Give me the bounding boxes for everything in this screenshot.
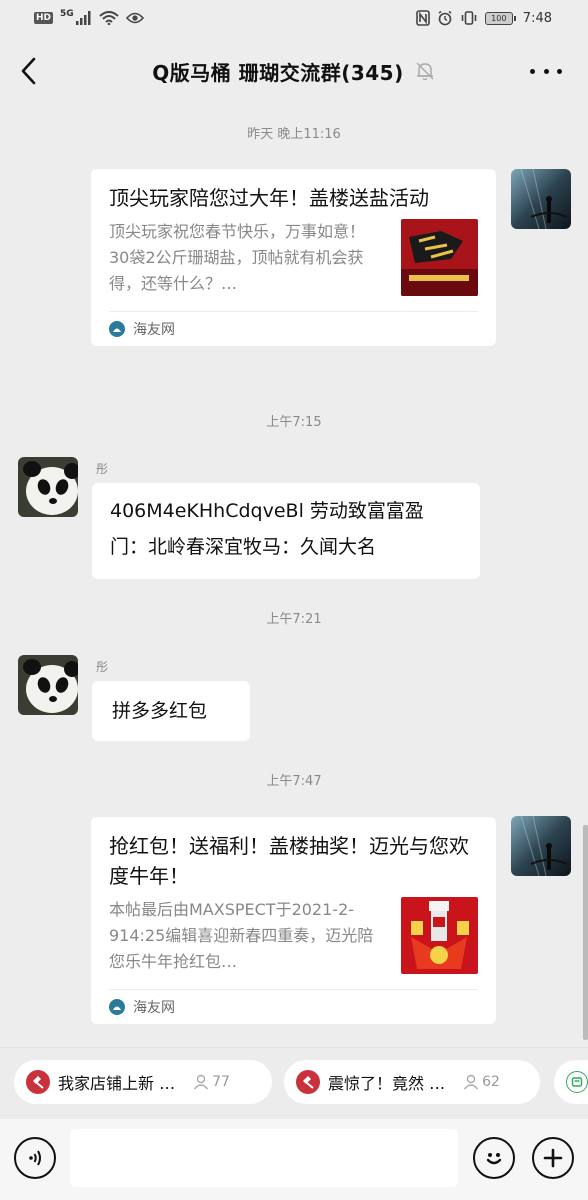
- dot-icon: [530, 68, 535, 74]
- emoji-button[interactable]: [473, 1137, 515, 1179]
- topic-chip-count: 62: [482, 1074, 500, 1090]
- timestamp: 上午7:47: [266, 774, 322, 789]
- hammer-icon: [296, 1070, 320, 1094]
- topic-chip-label: 我家店铺上新 …: [58, 1074, 176, 1093]
- hd-badge: HD: [34, 12, 54, 24]
- message-input[interactable]: [70, 1129, 458, 1187]
- input-bar: [0, 1119, 588, 1200]
- card-source: 海友网: [133, 1000, 175, 1016]
- timestamp: 上午7:21: [266, 612, 322, 627]
- avatar-self[interactable]: [511, 816, 571, 876]
- card-title: 顶尖玩家陪您过大年！盖楼送盐活动: [109, 186, 429, 210]
- link-card[interactable]: 抢红包！送福利！盖楼抽奖！迈光与您欢度牛年！ 本帖最后由MAXSPECT于202…: [91, 817, 496, 1024]
- chevron-left-icon: [21, 57, 36, 85]
- card-description: 顶尖玩家祝您春节快乐，万事如意！30袋2公斤珊瑚盐，顶帖就有机会获得，还等什么？…: [109, 222, 366, 293]
- panda-avatar-image: [18, 655, 78, 715]
- voice-button[interactable]: [14, 1137, 56, 1179]
- card-thumbnail: [401, 897, 478, 974]
- dot-icon: [543, 68, 549, 74]
- network-type: 5G: [60, 9, 74, 19]
- battery-level: 100: [484, 11, 513, 25]
- signal-icon: [75, 11, 91, 25]
- topic-chip-partial[interactable]: [554, 1060, 588, 1104]
- person-icon: [464, 1074, 479, 1090]
- avatar-self[interactable]: [511, 169, 571, 229]
- avatar-sender[interactable]: [18, 457, 78, 517]
- more-options-button[interactable]: [530, 58, 562, 84]
- panda-avatar-image: [18, 457, 78, 517]
- person-icon: [194, 1074, 209, 1090]
- card-footer: 海友网: [109, 311, 478, 346]
- avatar-sender[interactable]: [18, 655, 78, 715]
- mute-bell-icon: [416, 62, 434, 81]
- source-icon: [109, 321, 125, 337]
- nfc-icon: [415, 10, 430, 26]
- source-icon: [109, 999, 125, 1015]
- alarm-icon: [438, 10, 452, 26]
- scrollbar[interactable]: [583, 825, 588, 1040]
- card-description: 本帖最后由MAXSPECT于2021-2-914:25编辑喜迎新春四重奏，迈光陪…: [109, 900, 374, 971]
- topic-chip-label: 震惊了！竟然 …: [328, 1074, 446, 1093]
- chat-header: Q版马桶 珊瑚交流群(345): [0, 36, 588, 106]
- status-bar: HD 5G 100 7:48: [0, 0, 588, 36]
- green-tag-icon: [566, 1071, 588, 1093]
- plus-icon: [543, 1148, 563, 1168]
- wifi-icon: [99, 11, 119, 25]
- vibrate-icon: [461, 11, 477, 25]
- voice-icon: [29, 1150, 41, 1166]
- emoji-icon: [486, 1153, 502, 1165]
- link-card[interactable]: 顶尖玩家陪您过大年！盖楼送盐活动 顶尖玩家祝您春节快乐，万事如意！30袋2公斤珊…: [91, 169, 496, 346]
- dot-icon: [557, 68, 562, 74]
- back-button[interactable]: [18, 56, 42, 86]
- sender-name: 彤: [96, 462, 109, 476]
- message-text: 拼多多红包: [112, 700, 208, 722]
- avatar-image: [511, 816, 571, 876]
- card-footer: 海友网: [109, 989, 478, 1024]
- avatar-image: [511, 169, 571, 229]
- card-title: 抢红包！送福利！盖楼抽奖！迈光与您欢度牛年！: [109, 834, 469, 888]
- card-source: 海友网: [133, 322, 175, 338]
- chat-title: Q版马桶 珊瑚交流群(345): [152, 60, 404, 85]
- sender-name: 彤: [96, 660, 109, 674]
- message-text: 406M4eKHhCdqveBl 劳动致富富盈门：北岭春深宜牧马：久闻大名: [110, 500, 424, 558]
- battery-icon: 100: [484, 11, 516, 25]
- topic-chip[interactable]: 震惊了！竟然 … 62: [284, 1060, 540, 1104]
- add-button[interactable]: [532, 1137, 574, 1179]
- quick-topic-strip: 我家店铺上新 … 77 震惊了！竟然 … 62: [0, 1047, 588, 1119]
- timestamp: 昨天 晚上11:16: [247, 127, 341, 142]
- topic-chip-count: 77: [212, 1074, 230, 1090]
- timestamp: 上午7:15: [266, 415, 322, 430]
- card-thumbnail: [401, 219, 478, 296]
- eye-icon: [125, 12, 144, 24]
- topic-chip[interactable]: 我家店铺上新 … 77: [14, 1060, 272, 1104]
- hammer-icon: [26, 1070, 50, 1094]
- clock: 7:48: [522, 10, 552, 26]
